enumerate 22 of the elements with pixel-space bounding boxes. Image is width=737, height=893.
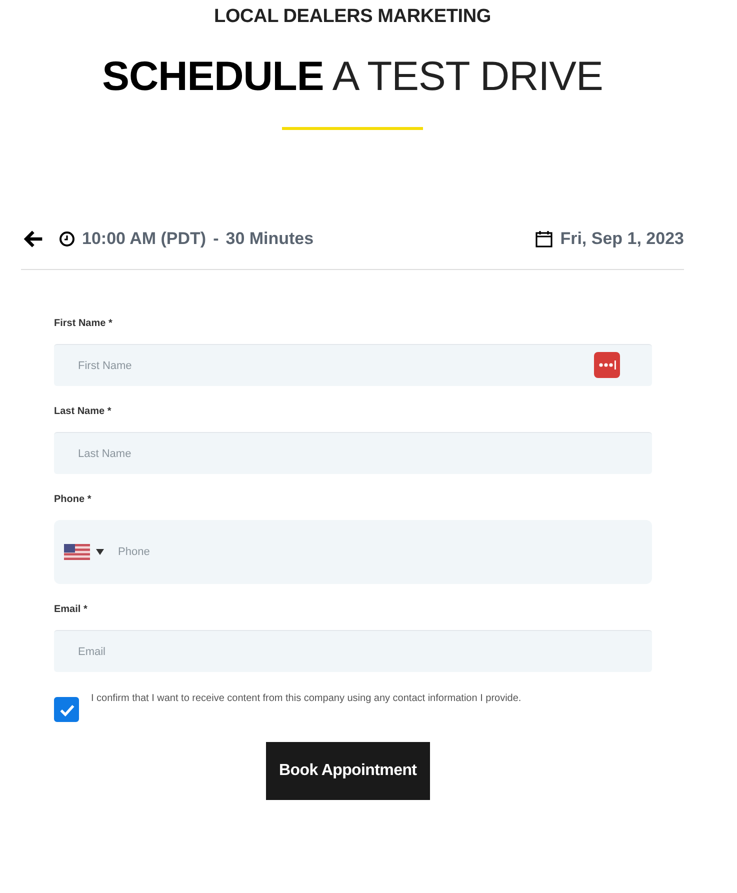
calendar-icon <box>535 230 554 248</box>
duration-text: 30 Minutes <box>226 229 314 250</box>
page-title: SCHEDULE A TEST DRIVE <box>101 54 604 100</box>
consent-checkbox[interactable] <box>54 697 79 722</box>
field-label: Last Name * <box>54 406 112 418</box>
text-field[interactable]: Last Name <box>54 432 652 474</box>
field-label: First Name * <box>54 318 114 330</box>
book-appointment-button[interactable]: Book Appointment <box>266 742 430 800</box>
time-text: 10:00 AM (PDT) <box>82 229 206 250</box>
clock-icon <box>59 231 75 248</box>
text-field[interactable]: First Name <box>54 344 652 386</box>
text-field[interactable]: Email <box>54 630 652 672</box>
flag-icon[interactable] <box>64 544 90 560</box>
brand-heading: LOCAL DEALERS MARKETING <box>213 6 492 28</box>
consent-text: I confirm that I want to receive content from this company using any contact information I provide. <box>91 692 522 706</box>
field-label: Email * <box>54 604 88 616</box>
separator-text: - <box>213 229 219 250</box>
field-label: Phone * <box>54 494 92 506</box>
date-text: Fri, Sep 1, 2023 <box>560 229 684 250</box>
caret-icon[interactable] <box>96 549 104 556</box>
phone-field[interactable]: Phone <box>54 520 652 584</box>
password-manager-icon[interactable] <box>594 352 620 378</box>
